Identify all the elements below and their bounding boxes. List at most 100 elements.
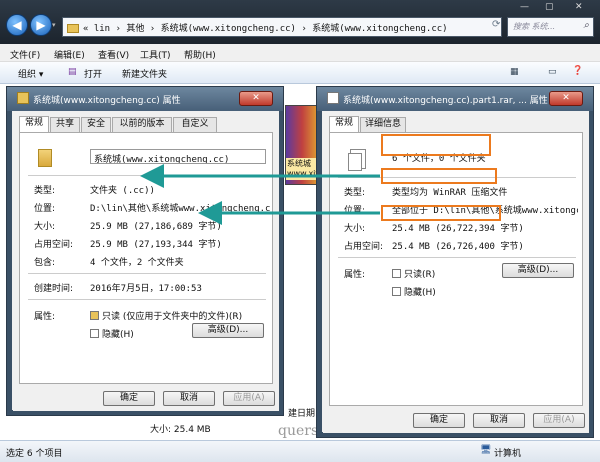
tab-previous-versions[interactable]: 以前的版本 <box>112 117 172 132</box>
ok-button[interactable]: 确定 <box>103 391 155 406</box>
checkbox-box[interactable] <box>90 311 99 320</box>
folder-properties-dialog: 系统城(www.xitongcheng.cc) 属性 ✕ 常规 共享 安全 以前… <box>6 86 284 416</box>
tab-strip: 常规 共享 安全 以前的版本 自定义 <box>19 116 273 132</box>
details-modified: 建日期: <box>288 409 319 419</box>
highlight-count-box <box>381 134 491 156</box>
search-input[interactable]: 搜索 系统... ⌕ <box>507 17 594 37</box>
details-size: 大小: 25.4 MB <box>150 425 211 435</box>
contains-value: 4 个文件，2 个文件夹 <box>90 258 184 268</box>
size-label: 大小: <box>34 222 56 232</box>
location-value: D:\lin\其他\系统城www.xitongcheng.cc\系统 <box>90 204 270 214</box>
help-icon[interactable]: ❓ <box>572 66 583 76</box>
attributes-label: 属性: <box>344 270 366 280</box>
dialog-title: 系统城(www.xitongcheng.cc) 属性 <box>33 96 181 106</box>
refresh-icon[interactable]: ⟳ <box>492 19 502 33</box>
menu-bar: 文件(F) 编辑(E) 查看(V) 工具(T) 帮助(H) <box>0 44 600 62</box>
divider <box>28 273 266 274</box>
minimize-button[interactable]: — <box>520 2 529 14</box>
location-label: 位置: <box>344 206 366 216</box>
highlight-size-box <box>381 205 501 221</box>
status-computer: 计算机 <box>494 449 522 459</box>
address-bar: ◀ ▶ ▾ « lin › 其他 › 系统城(www.xitongcheng.c… <box>0 0 600 44</box>
hidden-label: 隐藏(H) <box>102 330 134 340</box>
divider <box>338 257 576 258</box>
maximize-button[interactable]: ▢ <box>545 2 554 14</box>
contains-label: 包含: <box>34 258 56 268</box>
readonly-checkbox[interactable]: 只读(R) <box>392 267 435 280</box>
type-label: 类型: <box>344 188 366 198</box>
readonly-label: 只读(R) <box>404 270 436 280</box>
location-label: 位置: <box>34 204 56 214</box>
menu-view[interactable]: 查看(V) <box>98 48 129 61</box>
apply-button[interactable]: 应用(A) <box>533 413 585 428</box>
new-folder-button[interactable]: 新建文件夹 <box>122 67 167 80</box>
advanced-button[interactable]: 高级(D)... <box>502 263 574 278</box>
readonly-label: 只读 (仅应用于文件夹中的文件)(R) <box>102 312 243 322</box>
checkbox-box[interactable] <box>392 269 401 278</box>
close-window-button[interactable]: ✕ <box>575 2 583 14</box>
forward-button[interactable]: ▶ <box>30 14 52 36</box>
tab-security[interactable]: 安全 <box>81 117 111 132</box>
organize-button[interactable]: 组织 ▾ <box>18 67 43 80</box>
created-value: 2016年7月5日，17:00:53 <box>90 284 202 294</box>
back-button[interactable]: ◀ <box>6 14 28 36</box>
type-label: 类型: <box>34 186 56 196</box>
dialog-close-button[interactable]: ✕ <box>549 91 583 106</box>
dialog-title: 系统城(www.xitongcheng.cc).part1.rar, ... 属… <box>343 96 548 106</box>
multiple-files-icon <box>348 153 362 171</box>
menu-edit[interactable]: 编辑(E) <box>54 48 85 61</box>
dialog-panel: 常规 共享 安全 以前的版本 自定义 系统城(www.xitongcheng.c… <box>13 111 279 411</box>
disk-size-value: 25.9 MB (27,193,344 字节) <box>90 240 222 250</box>
apply-button[interactable]: 应用(A) <box>223 391 275 406</box>
tab-general[interactable]: 常规 <box>19 116 49 132</box>
preview-pane-icon[interactable]: ▭ <box>548 67 557 77</box>
cancel-button[interactable]: 取消 <box>163 391 215 406</box>
search-icon[interactable]: ⌕ <box>583 20 589 31</box>
disk-size-label: 占用空间: <box>34 240 74 250</box>
size-value: 25.9 MB (27,186,689 字节) <box>90 222 222 232</box>
dialog-close-button[interactable]: ✕ <box>239 91 273 106</box>
name-field[interactable]: 系统城(www.xitongcheng.cc) <box>90 149 266 164</box>
watermark-text: quers <box>278 423 319 439</box>
hidden-label: 隐藏(H) <box>404 288 436 298</box>
folder-icon <box>67 24 79 33</box>
tab-details[interactable]: 详细信息 <box>360 117 406 132</box>
tab-strip: 常规 详细信息 <box>329 116 583 132</box>
type-value: 类型均为 WinRAR 压缩文件 <box>392 188 508 198</box>
menu-tools[interactable]: 工具(T) <box>140 48 171 61</box>
file-icon <box>327 92 339 104</box>
hidden-checkbox[interactable]: 隐藏(H) <box>392 285 436 298</box>
advanced-button[interactable]: 高级(D)... <box>192 323 264 338</box>
hidden-checkbox[interactable]: 隐藏(H) <box>90 327 134 340</box>
attributes-label: 属性: <box>34 312 56 322</box>
menu-help[interactable]: 帮助(H) <box>184 48 216 61</box>
tab-general[interactable]: 常规 <box>329 116 359 132</box>
file-name-label[interactable]: 系统城www.xitongcheng.cc).part1 <box>286 158 397 180</box>
folder-icon <box>17 92 29 104</box>
disk-size-label: 占用空间: <box>344 242 384 252</box>
checkbox-box[interactable] <box>90 329 99 338</box>
folder-icon <box>38 149 52 167</box>
type-value: 文件夹 (.cc)) <box>90 186 155 196</box>
computer-icon: 🖥 <box>480 445 492 455</box>
checkbox-box[interactable] <box>392 287 401 296</box>
cancel-button[interactable]: 取消 <box>473 413 525 428</box>
view-icon[interactable]: ▦ <box>510 67 519 77</box>
status-bar: 选定 6 个项目 🖥 计算机 <box>0 440 600 462</box>
history-dropdown-icon[interactable]: ▾ <box>52 21 59 29</box>
menu-file[interactable]: 文件(F) <box>10 48 40 61</box>
disk-size-value: 25.4 MB (26,726,400 字节) <box>392 242 524 252</box>
dialog-panel: 常规 详细信息 6 个文件，0 个文件夹 类型: 类型均为 WinRAR 压缩文… <box>323 111 589 433</box>
tab-customize[interactable]: 自定义 <box>173 117 217 132</box>
status-selected: 选定 6 个项目 <box>6 449 63 459</box>
breadcrumb-path: « lin › 其他 › 系统城(www.xitongcheng.cc) › 系… <box>83 24 448 34</box>
breadcrumb[interactable]: « lin › 其他 › 系统城(www.xitongcheng.cc) › 系… <box>62 17 502 37</box>
tab-sharing[interactable]: 共享 <box>50 117 80 132</box>
search-placeholder: 搜索 系统... <box>513 22 556 31</box>
readonly-checkbox[interactable]: 只读 (仅应用于文件夹中的文件)(R) <box>90 309 242 322</box>
open-button[interactable]: 打开 <box>84 67 102 80</box>
divider <box>28 299 266 300</box>
command-bar: 组织 ▾ ▤ 打开 新建文件夹 ▦ ▭ ❓ <box>0 62 600 84</box>
size-label: 大小: <box>344 224 366 234</box>
ok-button[interactable]: 确定 <box>413 413 465 428</box>
